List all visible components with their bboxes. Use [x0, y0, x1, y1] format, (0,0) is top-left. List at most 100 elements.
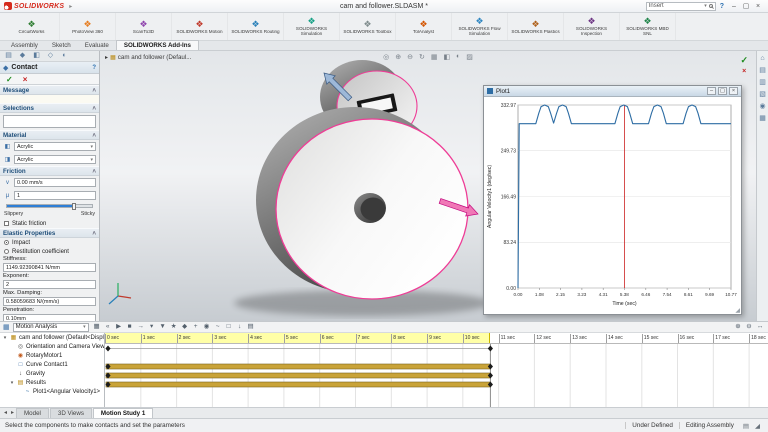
motion-tree-item-rotary-motor[interactable]: ◉RotaryMotor1 [0, 351, 104, 360]
motion-tree-item-orientation-camera[interactable]: ◎Orientation and Camera Views [0, 342, 104, 351]
checkbox-icon[interactable] [4, 221, 9, 226]
featuremanager-tree-tab-icon[interactable]: ▤ [2, 51, 15, 61]
section-header-message[interactable]: Message ˄ [0, 85, 99, 95]
hide-show-items-icon[interactable]: ◐ [456, 53, 460, 61]
friction-slider-thumb[interactable] [72, 203, 76, 210]
motion-tree-item-gravity[interactable]: ↓Gravity [0, 369, 104, 378]
search-input[interactable]: Insert [649, 3, 702, 9]
ribbon-item-scanto3d[interactable]: ❖ScanTo3D [116, 13, 172, 40]
displaymanager-tab-icon[interactable]: ◐ [58, 51, 71, 61]
minimize-button[interactable]: – [728, 1, 740, 12]
ribbon-item-solidworks-inspection[interactable]: ❖SOLIDWORKS Inspection [564, 13, 620, 40]
calculate-icon[interactable]: ▦ [92, 322, 102, 332]
ribbon-item-tolanalyst[interactable]: ❖TolAnalyst [396, 13, 452, 40]
autokey-icon[interactable]: ◆ [180, 322, 190, 332]
rotate-view-icon[interactable]: ↻ [419, 53, 425, 61]
plot-window[interactable]: Plot1 –▢× 0.0083.24166.49249.73332.970.0… [483, 85, 742, 315]
app-menu[interactable]: SOLIDWORKS ▸ [4, 2, 72, 10]
help-icon[interactable]: ? [720, 3, 724, 10]
plot-window-titlebar[interactable]: Plot1 –▢× [484, 86, 741, 97]
tabs-scroll-left-icon[interactable]: ◂ [2, 410, 9, 416]
dimxpertmanager-tab-icon[interactable]: ◇ [44, 51, 57, 61]
tab-model[interactable]: Model [16, 408, 49, 418]
menu-expand-arrow-icon[interactable]: ▸ [69, 3, 72, 10]
static-friction-checkbox[interactable]: Static friction [0, 219, 99, 228]
motion-tree-item-assembly[interactable]: ▾▦cam and follower (Default<Displ... [0, 333, 104, 342]
spring-element-icon[interactable]: ~ [213, 322, 223, 332]
play-icon[interactable]: ▶ [114, 322, 124, 332]
status-resize-grip-icon[interactable]: ◢ [752, 422, 763, 430]
plot-minimize-button[interactable]: – [707, 87, 716, 95]
material-1-dropdown[interactable]: Acrylic ▾ [14, 142, 96, 151]
confirm-ok-button[interactable]: ✓ [740, 55, 748, 66]
stiffness-field[interactable]: 1149.92390841 N/mm [3, 263, 96, 272]
resize-grip-icon[interactable]: ◢ [735, 307, 740, 314]
section-header-elastic-properties[interactable]: Elastic Properties ˄ [0, 228, 99, 238]
status-pane-icon[interactable]: ▤ [740, 422, 752, 430]
motion-tree-item-results-folder[interactable]: ▾▤Results [0, 378, 104, 387]
section-header-selections[interactable]: Selections ˄ [0, 103, 99, 113]
save-animation-icon[interactable]: ▼ [158, 322, 168, 332]
penetration-field[interactable]: 0.10mm [3, 314, 96, 321]
radio-selected-icon[interactable] [4, 240, 9, 245]
ribbon-item-photoview-360[interactable]: ❖PhotoView 360 [60, 13, 116, 40]
search-dropdown-icon[interactable]: ▾ [704, 3, 707, 9]
titlebar[interactable]: SOLIDWORKS ▸ cam and follower.SLDASM * I… [0, 0, 768, 13]
impact-radio[interactable]: Impact [0, 238, 99, 247]
friction-coefficient-field[interactable]: 1 [14, 191, 96, 200]
exponent-field[interactable]: 2 [3, 280, 96, 289]
propertymanager-tab-icon[interactable]: ◆ [16, 51, 29, 61]
taskpane-custom-properties-icon[interactable]: ▦ [759, 114, 766, 122]
search-box[interactable]: Insert ▾ [646, 2, 716, 11]
section-view-icon[interactable]: ▨ [466, 53, 473, 61]
tab-solidworks-add-ins[interactable]: SOLIDWORKS Add-Ins [116, 40, 199, 50]
tab-3d-views[interactable]: 3D Views [50, 408, 92, 418]
pm-help-icon[interactable]: ? [92, 65, 96, 71]
taskpane-view-palette-icon[interactable]: ▧ [759, 90, 766, 98]
ok-button[interactable]: ✓ [6, 75, 13, 84]
selection-list[interactable] [3, 115, 96, 128]
section-header-material[interactable]: Material ˄ [0, 130, 99, 140]
close-button[interactable]: × [752, 1, 764, 12]
zoom-in-icon[interactable]: ⊕ [395, 53, 401, 61]
breadcrumb[interactable]: ▸ ▦ cam and follower (Defaul... [105, 54, 191, 61]
plot-restore-button[interactable]: ▢ [718, 87, 727, 95]
configurationmanager-tab-icon[interactable]: ◧ [30, 51, 43, 61]
ribbon-item-solidworks-routing[interactable]: ❖SOLIDWORKS Routing [228, 13, 284, 40]
taskpane-appearances-icon[interactable]: ◉ [759, 102, 765, 110]
ribbon-item-solidworks-flow-simulation[interactable]: ❖SOLIDWORKS Flow Simulation [452, 13, 508, 40]
search-icon[interactable] [709, 4, 713, 8]
ribbon-item-solidworks-simulation[interactable]: ❖SOLIDWORKS Simulation [284, 13, 340, 40]
cancel-button[interactable]: × [23, 75, 28, 84]
playback-speed-icon[interactable]: ▾ [147, 322, 157, 332]
timeline-fit-icon[interactable]: ↔ [755, 322, 765, 332]
status-editing-mode[interactable]: Editing Assembly [679, 422, 740, 429]
taskpane-resources-icon[interactable]: ⌂ [760, 55, 764, 62]
tab-motion-study-1[interactable]: Motion Study 1 [93, 408, 153, 418]
study-type-dropdown[interactable]: Motion Analysis ▾ [13, 323, 89, 332]
motion-tree-item-plot[interactable]: ~Plot1<Angular Velocity1> [0, 387, 104, 396]
play-from-start-icon[interactable]: « [103, 322, 113, 332]
restore-button[interactable]: ▢ [740, 1, 752, 12]
tab-evaluate[interactable]: Evaluate [78, 41, 116, 50]
ribbon-item-solidworks-motion[interactable]: ❖SOLIDWORKS Motion [172, 13, 228, 40]
zoom-fit-icon[interactable]: ◎ [383, 53, 389, 61]
motor-element-icon[interactable]: ◉ [202, 322, 212, 332]
expand-arrow-icon[interactable]: ▾ [9, 380, 15, 386]
timeline-zoom-out-icon[interactable]: ⊖ [744, 322, 754, 332]
timeline-zoom-in-icon[interactable]: ⊕ [733, 322, 743, 332]
friction-velocity-field[interactable]: 0.00 mm/s [14, 178, 96, 187]
tabs-scroll-right-icon[interactable]: ▸ [9, 410, 16, 416]
display-style-icon[interactable]: ◧ [443, 53, 450, 61]
ribbon-item-solidworks-plastics[interactable]: ❖SOLIDWORKS Plastics [508, 13, 564, 40]
tab-assembly[interactable]: Assembly [4, 41, 45, 50]
max-damping-field[interactable]: 0.58059683 N/(mm/s) [3, 297, 96, 306]
taskpane-design-library-icon[interactable]: ▤ [759, 66, 766, 74]
tab-sketch[interactable]: Sketch [45, 41, 78, 50]
stop-icon[interactable]: ■ [125, 322, 135, 332]
animation-wizard-icon[interactable]: ★ [169, 322, 179, 332]
zoom-out-icon[interactable]: ⊖ [407, 53, 413, 61]
add-key-icon[interactable]: + [191, 322, 201, 332]
motion-tree-item-contact[interactable]: □Curve Contact1 [0, 360, 104, 369]
taskpane-file-explorer-icon[interactable]: ▥ [759, 78, 766, 86]
